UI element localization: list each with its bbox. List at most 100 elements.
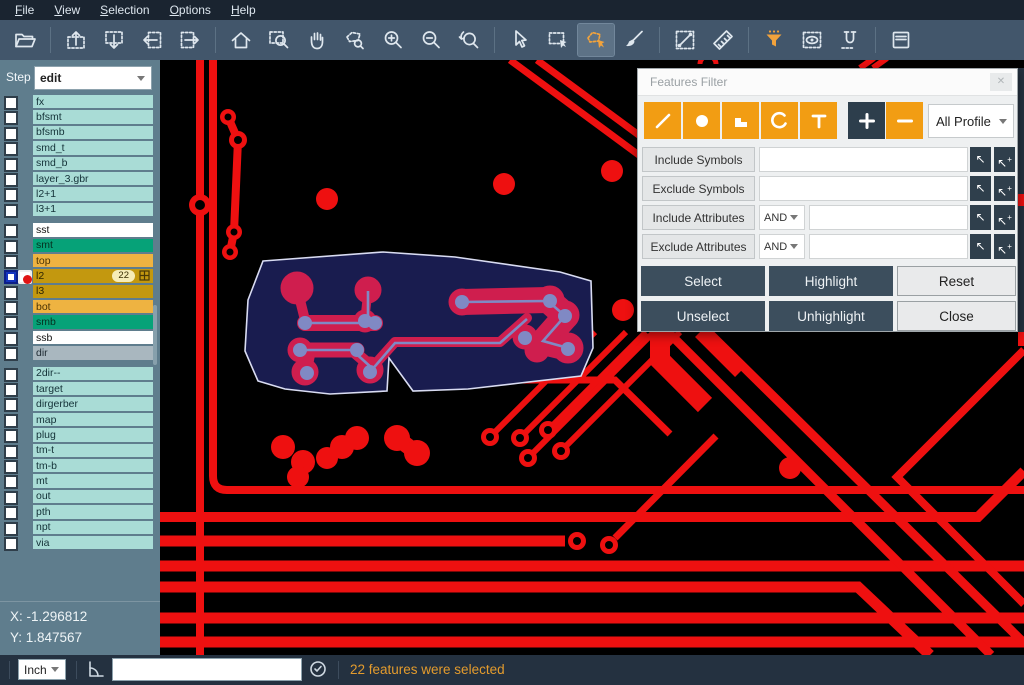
- pick-add-attribute-button[interactable]: ↖+: [994, 205, 1015, 230]
- reset-button[interactable]: Reset: [897, 266, 1016, 296]
- layer-visibility-checkbox[interactable]: [4, 347, 18, 361]
- layer-visibility-checkbox[interactable]: [4, 398, 18, 412]
- layer-visibility-checkbox[interactable]: [4, 316, 18, 330]
- menu-file[interactable]: File: [6, 1, 43, 19]
- layer-label[interactable]: smt: [33, 239, 53, 251]
- layer-visibility-checkbox[interactable]: [4, 142, 18, 156]
- layer-label[interactable]: l3: [33, 285, 44, 297]
- layer-visibility-checkbox[interactable]: [4, 332, 18, 346]
- unit-select[interactable]: Inch: [18, 659, 66, 680]
- layer-visibility-checkbox[interactable]: [4, 286, 18, 300]
- include-attributes-operator-select[interactable]: AND: [759, 205, 805, 230]
- layer-visibility-checkbox[interactable]: [4, 96, 18, 110]
- close-button[interactable]: Close: [897, 301, 1016, 331]
- layer-row[interactable]: smd_t: [0, 141, 160, 156]
- layer-row[interactable]: pth: [0, 505, 160, 520]
- layer-label[interactable]: out: [33, 490, 51, 502]
- dialog-close-button[interactable]: ✕: [990, 73, 1012, 91]
- layer-row[interactable]: fx: [0, 95, 160, 110]
- layer-visibility-checkbox[interactable]: [4, 240, 18, 254]
- layer-visibility-checkbox[interactable]: [4, 158, 18, 172]
- layer-label[interactable]: mt: [33, 475, 48, 487]
- zoom-previous-button[interactable]: [451, 24, 487, 56]
- pick-symbol-button[interactable]: ↖: [970, 147, 991, 172]
- layer-visibility-checkbox[interactable]: [4, 522, 18, 536]
- profile-select[interactable]: All Profile: [928, 104, 1014, 138]
- layer-label[interactable]: smd_b: [33, 157, 68, 169]
- layer-label[interactable]: smb: [33, 316, 56, 328]
- layer-label[interactable]: tm-t: [33, 444, 54, 456]
- layer-row[interactable]: target: [0, 382, 160, 397]
- exclude-attributes-input[interactable]: [809, 234, 968, 259]
- layer-row[interactable]: top: [0, 254, 160, 269]
- select-button[interactable]: Select: [641, 266, 765, 296]
- pan-down-button[interactable]: [96, 24, 132, 56]
- pick-add-symbol-button[interactable]: ↖+: [994, 147, 1015, 172]
- view-options-button[interactable]: [794, 24, 830, 56]
- layer-list-scrollbar[interactable]: [153, 305, 157, 365]
- layer-visibility-checkbox[interactable]: [4, 475, 18, 489]
- layer-visibility-checkbox[interactable]: [4, 255, 18, 269]
- layer-label[interactable]: l3+1: [33, 203, 56, 215]
- layer-row[interactable]: dir: [0, 346, 160, 361]
- line-feature-button[interactable]: [644, 102, 681, 139]
- layer-row[interactable]: l2+1: [0, 187, 160, 202]
- features-filter-button[interactable]: [756, 24, 792, 56]
- grid-icon[interactable]: [139, 270, 150, 281]
- layer-visibility-checkbox[interactable]: [4, 111, 18, 125]
- pan-right-button[interactable]: [172, 24, 208, 56]
- pick-add-symbol-button[interactable]: ↖+: [994, 176, 1015, 201]
- layer-label[interactable]: plug: [33, 429, 56, 441]
- select-rectangle-button[interactable]: [540, 24, 576, 56]
- layer-row[interactable]: plug: [0, 428, 160, 443]
- layer-visibility-checkbox[interactable]: [4, 506, 18, 520]
- refresh-check-icon[interactable]: [308, 659, 328, 684]
- layer-row[interactable]: sst: [0, 223, 160, 238]
- layer-row-active[interactable]: l2 22: [0, 269, 160, 284]
- layer-row[interactable]: smd_b: [0, 157, 160, 172]
- layer-label[interactable]: pth: [33, 506, 51, 518]
- command-input[interactable]: [112, 658, 302, 681]
- home-view-button[interactable]: [223, 24, 259, 56]
- layer-row[interactable]: bfsmt: [0, 110, 160, 125]
- step-select[interactable]: edit: [34, 66, 152, 90]
- layer-visibility-checkbox[interactable]: [4, 491, 18, 505]
- layer-label[interactable]: top: [33, 255, 51, 267]
- layer-visibility-checkbox[interactable]: [4, 383, 18, 397]
- unselect-button[interactable]: Unselect: [641, 301, 765, 331]
- layer-row[interactable]: ssb: [0, 331, 160, 346]
- layer-row[interactable]: layer_3.gbr: [0, 172, 160, 187]
- pick-attribute-button[interactable]: ↖: [970, 205, 991, 230]
- layer-row[interactable]: l3: [0, 285, 160, 300]
- layer-label[interactable]: layer_3.gbr: [33, 173, 89, 185]
- highlight-button[interactable]: Highlight: [769, 266, 893, 296]
- exclude-symbols-input[interactable]: [759, 176, 968, 201]
- zoom-in-button[interactable]: [375, 24, 411, 56]
- text-feature-button[interactable]: [800, 102, 837, 139]
- include-symbols-input[interactable]: [759, 147, 968, 172]
- zoom-out-button[interactable]: [413, 24, 449, 56]
- include-symbols-button[interactable]: Include Symbols: [642, 147, 755, 172]
- layer-row[interactable]: dirgerber: [0, 397, 160, 412]
- open-folder-button[interactable]: [7, 24, 43, 56]
- layer-label[interactable]: fx: [33, 96, 44, 108]
- layer-label[interactable]: target: [33, 383, 63, 395]
- layer-label[interactable]: dirgerber: [33, 398, 78, 410]
- exclude-symbols-button[interactable]: Exclude Symbols: [642, 176, 755, 201]
- pan-left-button[interactable]: [134, 24, 170, 56]
- layer-label[interactable]: ssb: [33, 332, 52, 344]
- layer-row[interactable]: map: [0, 413, 160, 428]
- pick-symbol-button[interactable]: ↖: [970, 176, 991, 201]
- layer-panel-button[interactable]: [883, 24, 919, 56]
- menu-help[interactable]: Help: [222, 1, 265, 19]
- layer-row[interactable]: tm-t: [0, 444, 160, 459]
- pan-up-button[interactable]: [58, 24, 94, 56]
- layer-row[interactable]: bot: [0, 300, 160, 315]
- layer-label[interactable]: dir: [33, 347, 48, 359]
- pick-attribute-button[interactable]: ↖: [970, 234, 991, 259]
- layer-visibility-checkbox[interactable]: [4, 204, 18, 218]
- measure-distance-button[interactable]: [667, 24, 703, 56]
- zoom-window-button[interactable]: [261, 24, 297, 56]
- exclude-attributes-button[interactable]: Exclude Attributes: [642, 234, 755, 259]
- layer-label[interactable]: npt: [33, 521, 51, 533]
